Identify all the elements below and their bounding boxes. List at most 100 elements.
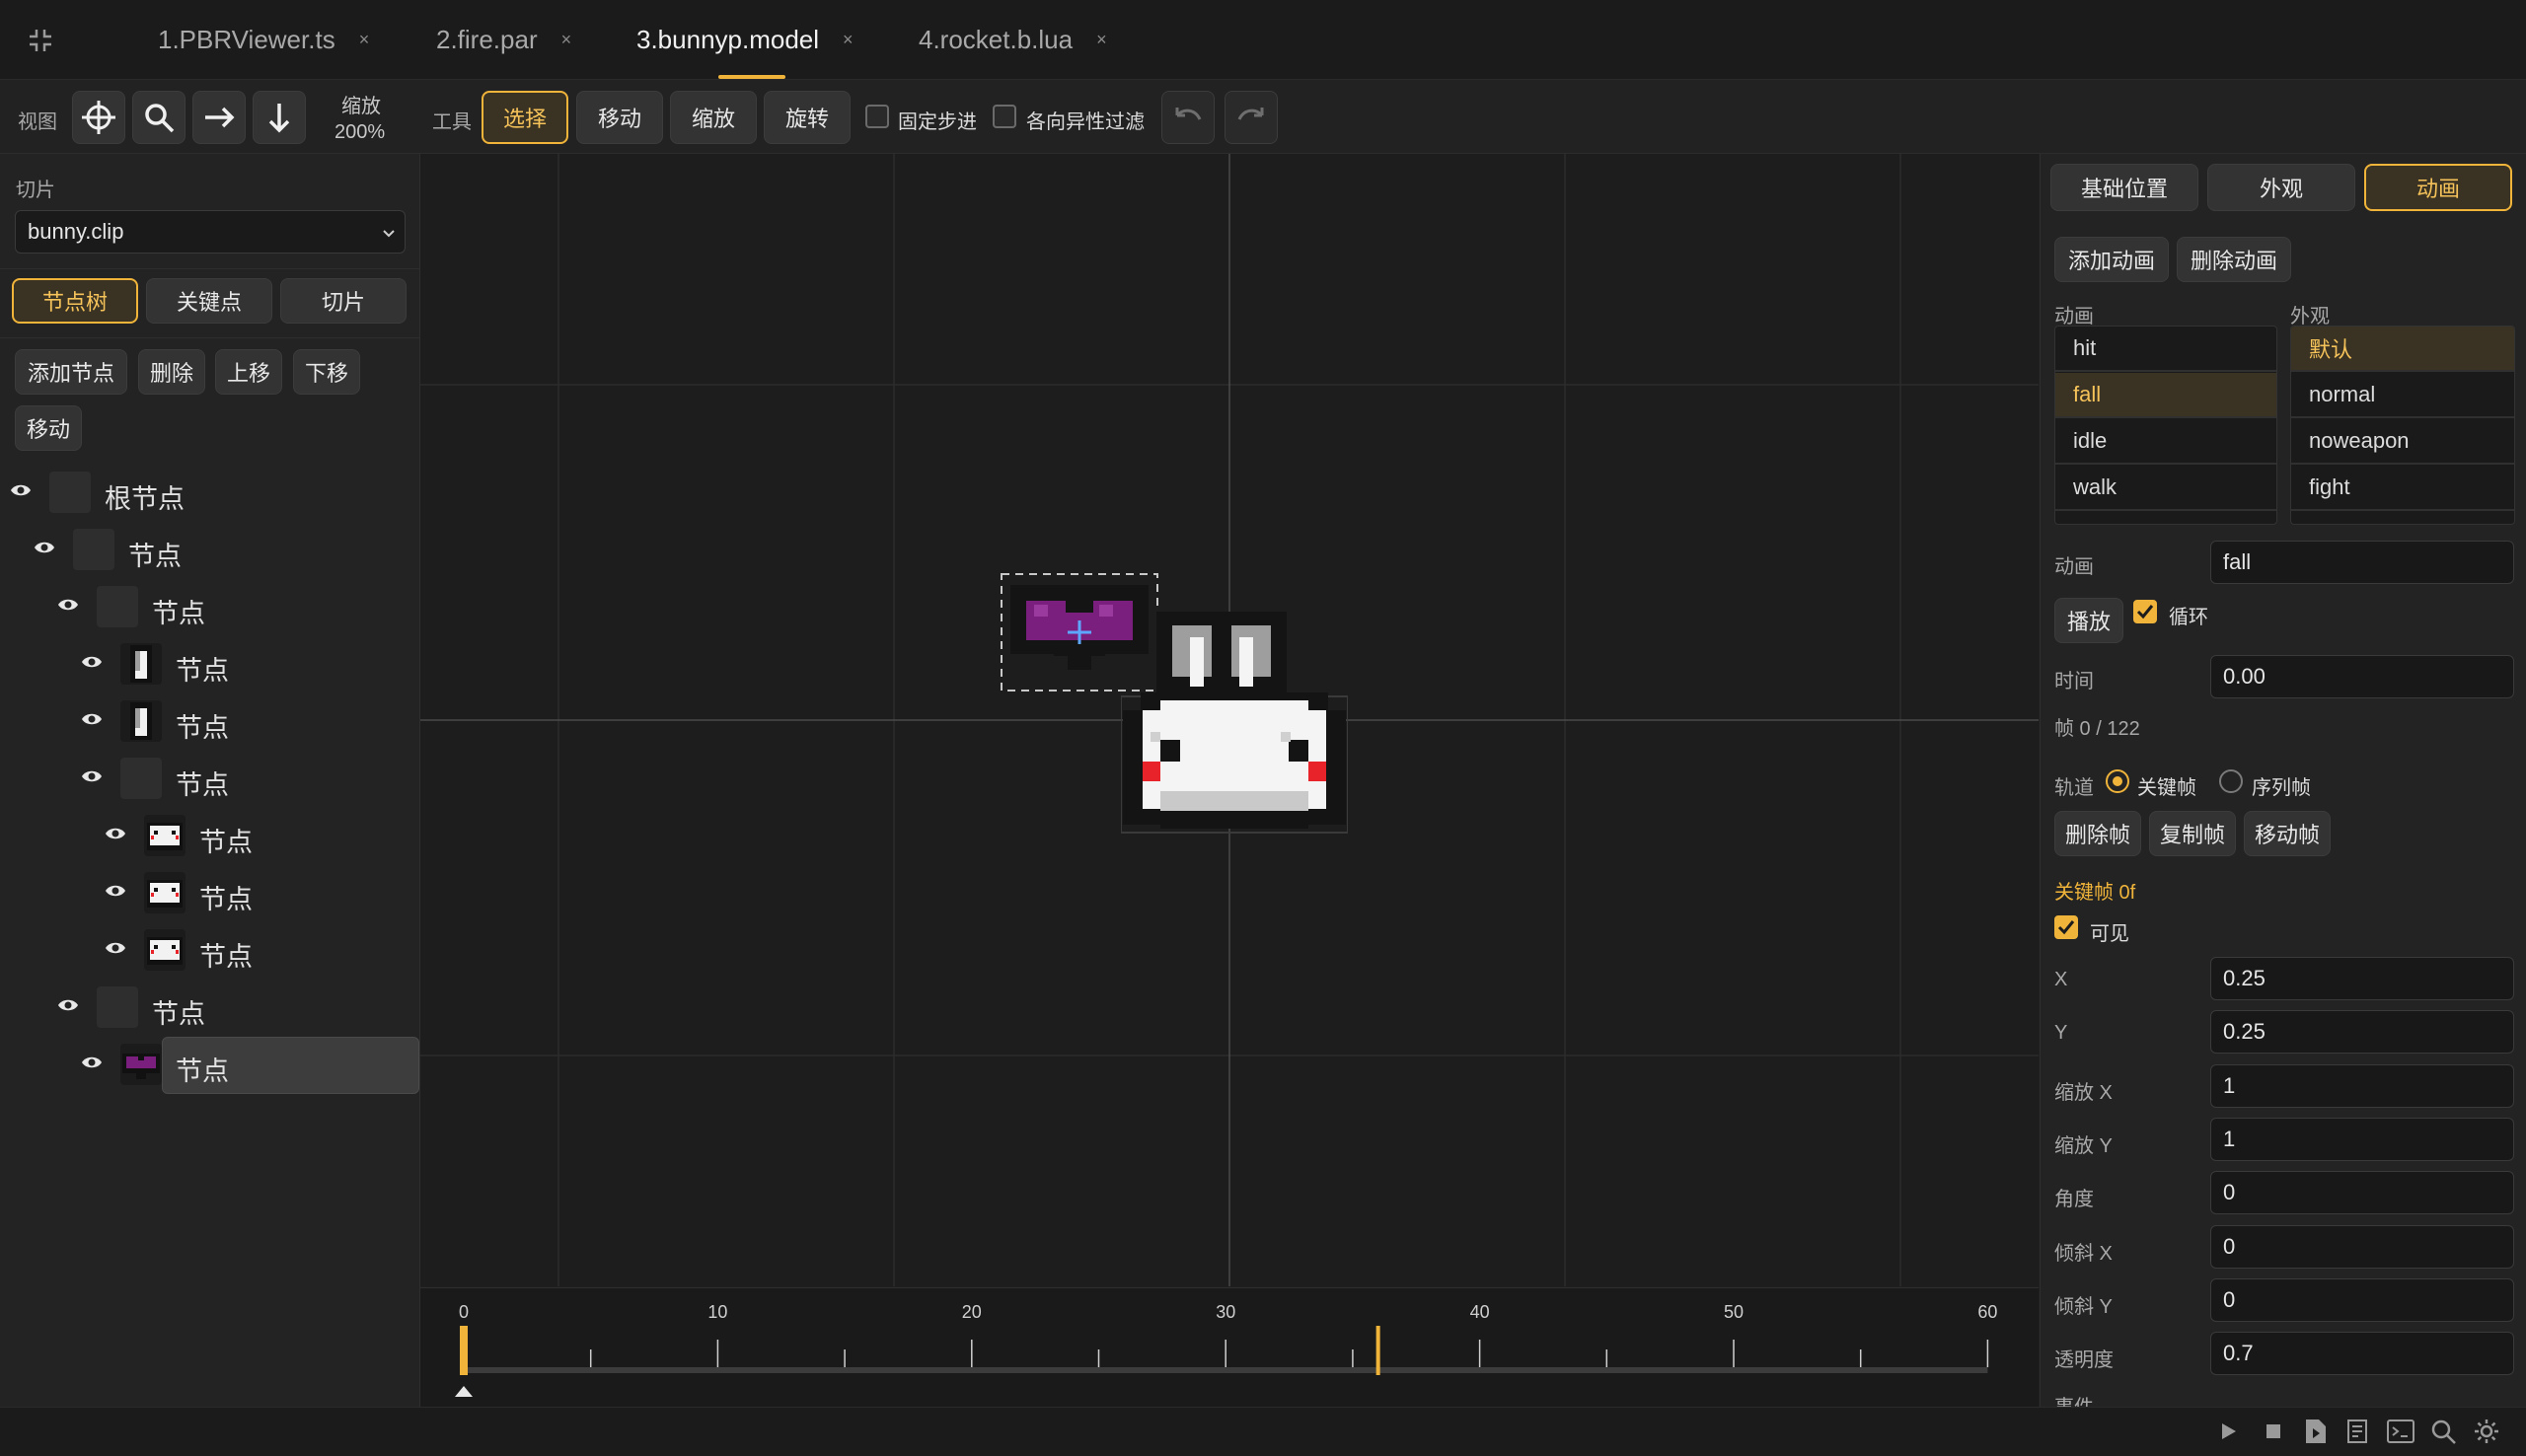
property-field[interactable]: 0 [2210,1171,2514,1215]
tree-node[interactable]: 节点 [0,635,419,692]
animation-item-fall[interactable]: fall [2055,373,2276,418]
tree-node[interactable]: 节点 [0,979,419,1036]
property-field[interactable]: 0 [2210,1224,2514,1269]
tree-node[interactable]: 节点 [0,921,419,979]
tree-node[interactable]: 节点 [0,521,419,578]
tree-node[interactable]: 节点 [0,692,419,750]
tab-label: 1.PBRViewer.ts [158,24,335,54]
redo-button[interactable] [1225,91,1278,144]
clip-label: 切片 [16,180,55,201]
delete-node-button[interactable]: 删除 [138,349,205,395]
close-icon[interactable]: × [843,30,854,50]
move-frame-button[interactable]: 移动帧 [2244,811,2331,856]
add-animation-button[interactable]: 添加动画 [2054,237,2169,282]
tool-rotate-button[interactable]: 旋转 [764,91,851,144]
gear-icon[interactable] [2473,1418,2500,1445]
animation-item-idle[interactable]: idle [2055,419,2276,465]
search-icon[interactable] [2429,1418,2457,1445]
anisotropic-checkbox[interactable] [993,105,1016,128]
animation-list-label: 动画 [2054,306,2094,328]
eye-icon[interactable] [10,482,32,503]
visible-checkbox[interactable] [2054,915,2078,939]
animation-item-walk[interactable]: walk [2055,466,2276,511]
viewport[interactable] [420,154,2039,1286]
property-field[interactable]: 0 [2210,1277,2514,1322]
track-keyframe-radio[interactable] [2106,769,2129,793]
stop-icon[interactable] [2262,1420,2285,1443]
tab-bunnyp-model[interactable]: 3.bunnyp.model × [636,0,854,79]
eye-icon[interactable] [57,997,79,1018]
tab-pbrviewer[interactable]: 1.PBRViewer.ts × [158,0,369,79]
close-icon[interactable]: × [1096,30,1107,50]
terminal-icon[interactable] [2386,1419,2415,1444]
loop-checkbox[interactable] [2133,600,2157,623]
tab-animation[interactable]: 动画 [2364,164,2512,211]
close-icon[interactable]: × [561,30,572,50]
eye-icon[interactable] [81,654,103,675]
eye-icon[interactable] [105,940,126,961]
arrow-down-button[interactable] [253,91,306,144]
track-sequence-radio[interactable] [2219,769,2243,793]
time-field[interactable]: 0.00 [2210,655,2514,698]
move-node-button[interactable]: 移动 [15,405,82,451]
animation-item-hit[interactable]: hit [2055,327,2276,372]
undo-button[interactable] [1161,91,1215,144]
appearance-item-default[interactable]: 默认 [2291,327,2514,372]
appearance-item-fight[interactable]: fight [2291,466,2514,511]
fixed-step-checkbox[interactable] [865,105,889,128]
tool-select-button[interactable]: 选择 [482,91,568,144]
eye-icon[interactable] [34,540,55,560]
zoom-button[interactable] [132,91,186,144]
property-field[interactable]: 0.25 [2210,957,2514,1000]
tab-slices[interactable]: 切片 [280,278,407,324]
eye-icon[interactable] [105,883,126,904]
move-up-button[interactable]: 上移 [215,349,282,395]
delete-animation-button[interactable]: 删除动画 [2177,237,2291,282]
eye-icon[interactable] [105,826,126,846]
appearance-item-normal[interactable]: normal [2291,373,2514,418]
eye-icon[interactable] [81,711,103,732]
tab-keyframes[interactable]: 关键点 [146,278,272,324]
crosshair-button[interactable] [72,91,125,144]
tab-base-position[interactable]: 基础位置 [2050,164,2198,211]
file-play-icon[interactable] [2303,1418,2329,1445]
eye-icon[interactable] [81,768,103,789]
tree-node[interactable]: 节点 [0,864,419,921]
tree-node[interactable]: 节点 [0,807,419,864]
playhead [460,1326,468,1375]
property-field[interactable]: 1 [2210,1117,2514,1161]
tool-scale-button[interactable]: 缩放 [670,91,757,144]
copy-frame-button[interactable]: 复制帧 [2149,811,2236,856]
close-icon[interactable]: × [359,30,370,50]
pivot-cross-icon[interactable] [1066,619,1093,646]
property-field[interactable]: 0.7 [2210,1332,2514,1376]
delete-frame-button[interactable]: 删除帧 [2054,811,2141,856]
tool-move-button[interactable]: 移动 [576,91,663,144]
clip-select[interactable]: bunny.clip [15,210,406,254]
tab-node-tree[interactable]: 节点树 [12,278,138,324]
timeline[interactable]: 0 10 20 30 40 50 60 [420,1287,2039,1407]
bunny-sprite[interactable] [1120,598,1349,835]
tree-node[interactable]: 节点 [0,578,419,635]
arrow-right-button[interactable] [192,91,246,144]
eye-icon[interactable] [81,1055,103,1075]
move-down-button[interactable]: 下移 [293,349,360,395]
eye-icon[interactable] [57,597,79,618]
tree-node[interactable]: 节点 [0,750,419,807]
tab-rocket[interactable]: 4.rocket.b.lua × [919,0,1107,79]
tree-node[interactable]: 节点 [0,1036,419,1094]
left-panel: 切片 bunny.clip 节点树 关键点 切片 添加节点 删除 上移 下移 移… [0,154,420,1407]
collapse-icon[interactable] [26,26,55,55]
add-node-button[interactable]: 添加节点 [15,349,127,395]
play-button[interactable]: 播放 [2054,598,2123,643]
tree-node[interactable]: 根节点 [0,464,419,521]
property-field[interactable]: 1 [2210,1063,2514,1108]
play-icon[interactable] [2216,1420,2240,1443]
animation-name-field[interactable]: fall [2210,541,2514,584]
document-icon[interactable] [2344,1418,2370,1445]
property-field[interactable]: 0.25 [2210,1010,2514,1055]
anisotropic-label: 各向异性过滤 [1026,111,1145,133]
appearance-item-noweapon[interactable]: noweapon [2291,419,2514,465]
tab-appearance[interactable]: 外观 [2207,164,2355,211]
tab-fire[interactable]: 2.fire.par × [436,0,571,79]
